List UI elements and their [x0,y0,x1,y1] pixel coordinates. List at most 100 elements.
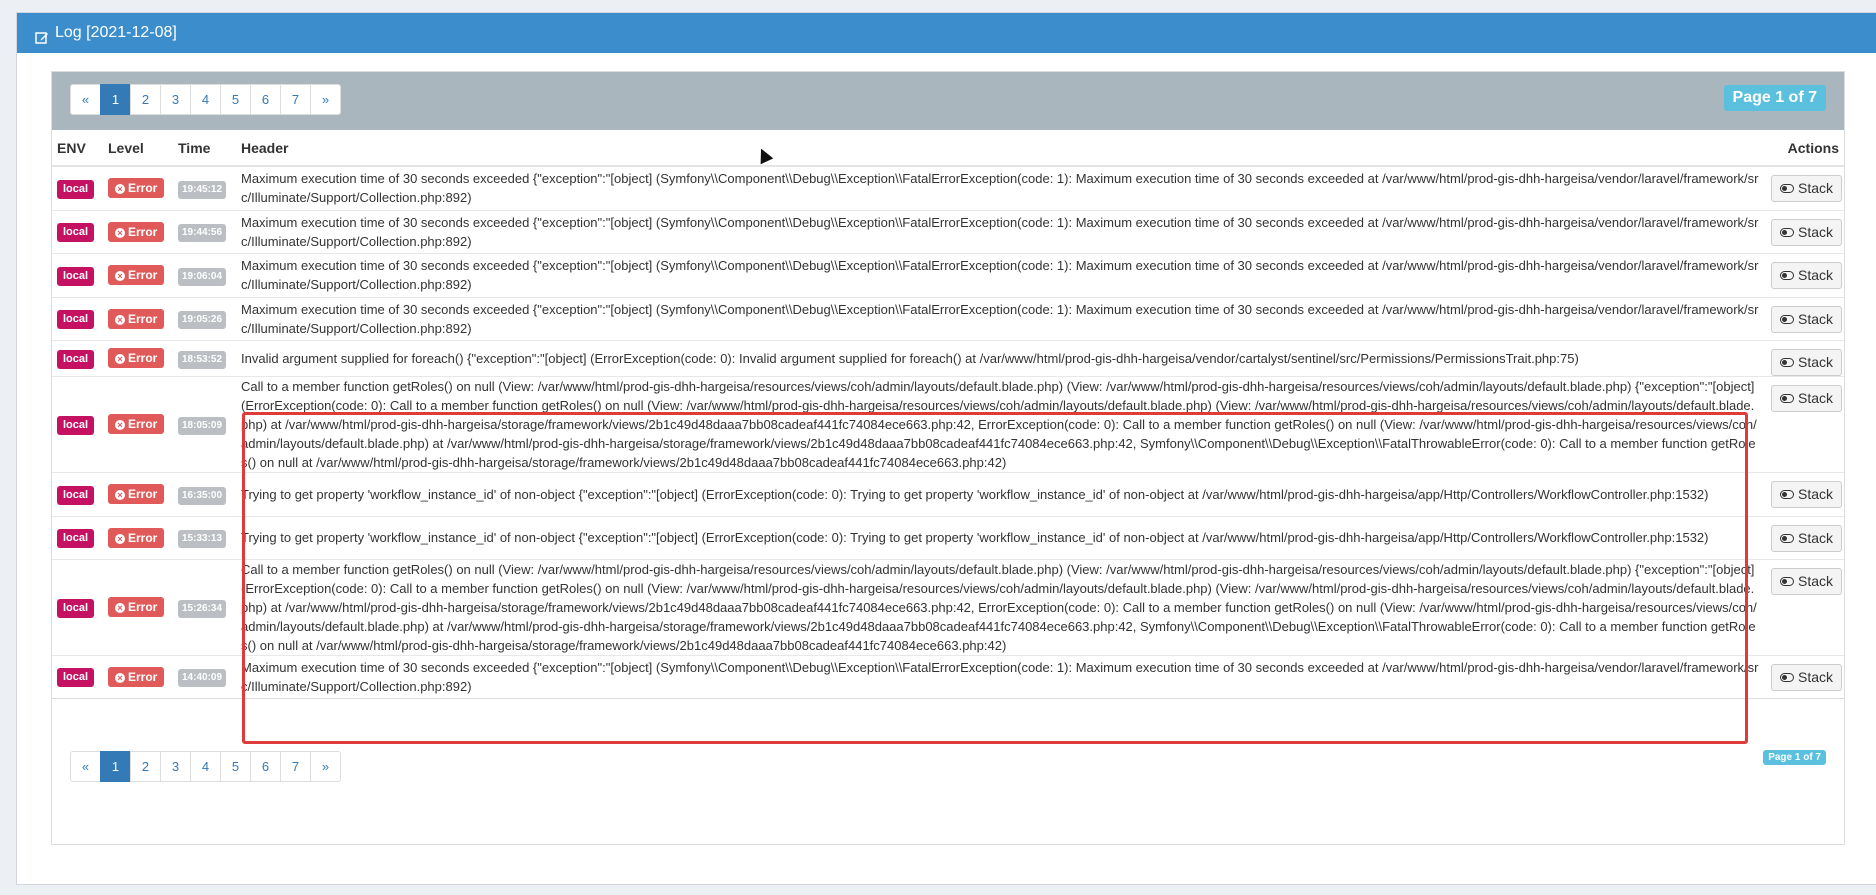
times-circle-icon: × [115,603,125,613]
pagination-page-5[interactable]: 5 [220,84,251,115]
env-badge: local [57,485,95,505]
panel-heading: Log [2021-12-08] [17,13,1876,53]
header-cell: Call to a member function getRoles() on … [236,558,1766,655]
toggle-icon [1780,357,1794,367]
level-text: Error [128,268,158,282]
column-header[interactable]: Header [236,130,1766,167]
header-cell: Maximum execution time of 30 seconds exc… [236,165,1766,210]
actions-cell: Stack [1766,654,1844,698]
pagination-page-2[interactable]: 2 [130,751,161,782]
pagination-page-7[interactable]: 7 [280,751,311,782]
header-cell: Invalid argument supplied for foreach() … [236,339,1766,376]
stack-label: Stack [1798,353,1834,370]
log-table: ENV Level Time Header Actions local × Erro… [52,130,1844,699]
stack-label: Stack [1798,180,1834,196]
level-cell: × Error [103,165,173,210]
time-cell: 14:40:09 [173,654,236,698]
time-cell: 15:33:13 [173,515,236,559]
env-cell: local [52,558,103,655]
times-circle-icon: × [115,184,125,195]
stack-button[interactable]: Stack [1771,567,1843,595]
pagination-page-4[interactable]: 4 [190,751,221,782]
stack-button[interactable]: Stack [1771,348,1843,376]
level-badge: × Error [108,348,165,368]
times-circle-icon: × [115,672,125,683]
column-level[interactable]: Level [103,130,173,167]
level-badge: × Error [108,484,165,504]
stack-button[interactable]: Stack [1771,384,1843,412]
level-badge: × Error [108,597,165,617]
stack-label: Stack [1798,668,1834,685]
level-text: Error [128,224,158,239]
table-row: local × Error 18:53:52 Invalid argument supp… [52,339,1844,376]
time-cell: 19:44:56 [173,209,236,253]
pagination-page-3[interactable]: 3 [160,751,191,782]
time-cell: 19:06:04 [173,252,236,297]
actions-cell: Stack [1766,515,1844,559]
toggle-icon [1780,489,1794,499]
time-badge: 18:53:52 [178,350,227,369]
column-time[interactable]: Time [173,130,236,167]
time-cell: 18:53:52 [173,339,236,376]
level-badge: × Error [108,221,165,242]
time-badge: 19:06:04 [178,267,227,286]
env-cell: local [52,515,103,559]
env-badge: local [57,529,95,548]
stack-button[interactable]: Stack [1771,305,1843,333]
time-badge: 19:05:26 [178,311,227,329]
pagination-prev[interactable]: « [70,84,101,115]
level-text: Error [128,530,158,545]
stack-button[interactable]: Stack [1771,218,1843,246]
stack-button[interactable]: Stack [1771,175,1843,202]
table-row: local × Error 15:26:34 Call to a member func… [52,558,1844,655]
table-row: local × Error 19:44:56 Maximum execution tim… [52,209,1844,253]
pagination-page-5[interactable]: 5 [220,751,251,782]
pagination-top: « 1 2 3 4 5 6 7 » [70,84,341,115]
time-badge: 15:33:13 [178,530,227,548]
stack-button[interactable]: Stack [1771,261,1843,289]
toggle-icon [1780,672,1794,682]
env-cell: local [52,296,103,340]
pagination-next[interactable]: » [310,751,341,782]
pagination-page-6[interactable]: 6 [250,751,281,782]
env-badge: local [57,415,95,435]
stack-button[interactable]: Stack [1771,663,1843,691]
stack-label: Stack [1798,529,1834,546]
column-env[interactable]: ENV [52,130,103,167]
pagination-page-3[interactable]: 3 [160,84,191,115]
stack-button[interactable]: Stack [1771,524,1843,552]
log-box: « 1 2 3 4 5 6 7 » Page 1 of 7 ENV Level … [51,71,1845,845]
top-toolbar: « 1 2 3 4 5 6 7 » Page 1 of 7 [52,72,1844,130]
pagination-page-2[interactable]: 2 [130,84,161,115]
pagination-next[interactable]: » [310,84,341,115]
times-circle-icon: × [115,420,125,430]
pagination-page-1[interactable]: 1 [100,84,131,115]
times-circle-icon: × [115,354,125,364]
column-actions: Actions [1766,130,1844,167]
level-badge: × Error [108,666,165,687]
actions-cell: Stack [1766,375,1844,472]
env-badge: local [57,310,95,329]
bottom-toolbar: « 1 2 3 4 5 6 7 » Page 1 of 7 [52,744,1844,794]
env-cell: local [52,375,103,472]
level-cell: × Error [103,558,173,655]
env-badge: local [57,349,95,369]
panel-title: Log [2021-12-08] [55,24,177,41]
pagination-page-4[interactable]: 4 [190,84,221,115]
stack-button[interactable]: Stack [1771,480,1843,508]
pagination-page-6[interactable]: 6 [250,84,281,115]
pagination-page-1[interactable]: 1 [100,751,131,782]
header-cell: Maximum execution time of 30 seconds exc… [236,654,1766,698]
env-cell: local [52,165,103,210]
stack-label: Stack [1798,485,1834,502]
table-header-row: ENV Level Time Header Actions [52,130,1844,167]
env-badge: local [57,223,95,242]
level-text: Error [128,600,158,614]
env-badge: local [57,266,95,286]
stack-label: Stack [1798,310,1834,327]
pagination-prev[interactable]: « [70,751,101,782]
table-row: local × Error 19:45:12 Maximum execution tim… [52,165,1844,210]
actions-cell: Stack [1766,209,1844,253]
level-badge: × Error [108,265,165,285]
pagination-page-7[interactable]: 7 [280,84,311,115]
